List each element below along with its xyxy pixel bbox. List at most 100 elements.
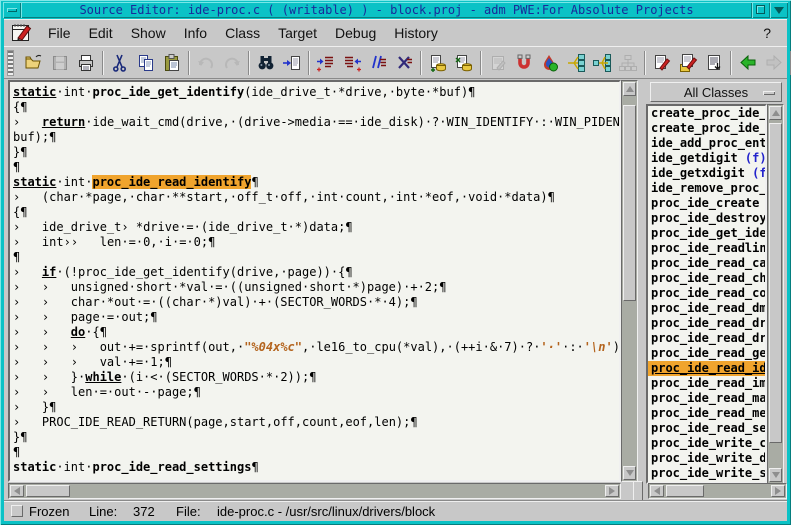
titlebar-title-area[interactable]: Source Editor: ide-proc.c ( (writable) )…	[21, 2, 752, 18]
scroll-right-button[interactable]	[605, 485, 619, 497]
list-item[interactable]: proc_ide_read_settings	[648, 421, 765, 436]
paste-button[interactable]	[159, 50, 185, 76]
code-line: › › do·{¶	[13, 325, 621, 340]
list-vertical-scrollbar[interactable]	[767, 104, 784, 484]
list-item[interactable]: create_proc_ide_drives	[648, 106, 765, 121]
shift-right-button[interactable]	[313, 50, 339, 76]
list-item[interactable]: proc_ide_write_settings	[648, 466, 765, 481]
edit-declaration-button[interactable]	[649, 50, 675, 76]
list-item[interactable]: proc_ide_readlink	[648, 241, 765, 256]
triangle-left-icon	[10, 487, 20, 495]
scroll-left-button[interactable]	[650, 485, 664, 497]
toolbar-separator	[644, 51, 646, 75]
menu-debug[interactable]: Debug	[326, 22, 385, 44]
maximize-button[interactable]	[752, 2, 770, 18]
editor-vertical-scrollbar[interactable]	[621, 80, 638, 482]
triangle-left-icon	[650, 487, 660, 495]
list-item[interactable]: ide_add_proc_entries	[648, 136, 765, 151]
add-file-button[interactable]	[425, 50, 451, 76]
class-filter-dropdown[interactable]: All Classes	[650, 82, 782, 102]
doc-log-button[interactable]	[701, 50, 727, 76]
list-item[interactable]: proc_ide_read_driver	[648, 316, 765, 331]
list-item[interactable]: proc_ide_read_geometry	[648, 346, 765, 361]
editor-vscroll-thumb[interactable]	[623, 105, 636, 301]
list-item[interactable]: proc_ide_read_capacity	[648, 256, 765, 271]
list-item[interactable]: ide_remove_proc_entries	[648, 181, 765, 196]
toolbar-grip[interactable]	[7, 50, 14, 76]
open-button[interactable]	[21, 50, 47, 76]
scroll-down-button[interactable]	[769, 468, 782, 482]
code-editor[interactable]: static·int·proc_ide_get_identify(ide_dri…	[8, 80, 621, 482]
list-item[interactable]: proc_ide_read_channel	[648, 271, 765, 286]
list-horizontal-scrollbar[interactable]	[648, 483, 787, 499]
code-line: › int›› len·=·0,·i·=·0;¶	[13, 235, 621, 250]
list-item[interactable]: proc_ide_read_dmesg	[648, 301, 765, 316]
list-item[interactable]: proc_ide_read_mate	[648, 391, 765, 406]
toolbar-separator	[420, 51, 422, 75]
window-content: File Edit Show Info Class Target Debug H…	[4, 19, 787, 521]
list-item[interactable]: proc_ide_read_config	[648, 286, 765, 301]
list-item[interactable]: proc_ide_write_driver	[648, 451, 765, 466]
menu-show[interactable]: Show	[122, 22, 175, 44]
list-item[interactable]: create_proc_ide_interfaces	[648, 121, 765, 136]
list-item[interactable]: proc_ide_write_config	[648, 436, 765, 451]
list-hscroll-thumb[interactable]	[666, 485, 704, 497]
copy-button[interactable]	[133, 50, 159, 76]
list-vscroll-thumb[interactable]	[769, 123, 782, 443]
print-icon	[76, 53, 96, 73]
format-button	[485, 50, 511, 76]
pane-splitter-handle[interactable]	[633, 481, 643, 501]
find-next-button[interactable]	[279, 50, 305, 76]
toolbar	[4, 46, 787, 79]
comment-button[interactable]	[365, 50, 391, 76]
list-item[interactable]: proc_ide_get_identify	[648, 226, 765, 241]
highlight-button[interactable]	[537, 50, 563, 76]
scroll-left-button[interactable]	[10, 485, 24, 497]
editor-hscroll-thumb[interactable]	[26, 485, 70, 497]
add-file-icon	[428, 53, 448, 73]
back-button[interactable]	[735, 50, 761, 76]
find-button[interactable]	[253, 50, 279, 76]
menu-info[interactable]: Info	[175, 22, 216, 44]
print-button[interactable]	[73, 50, 99, 76]
list-item[interactable]: proc_ide_read_identify	[648, 361, 765, 376]
scroll-down-button[interactable]	[623, 466, 636, 480]
toolbar-separator	[248, 51, 250, 75]
list-item[interactable]: proc_ide_read_imodel	[648, 376, 765, 391]
undo-icon	[196, 53, 216, 73]
cut-icon	[110, 53, 130, 73]
list-item[interactable]: ide_getxdigit (f)	[648, 166, 765, 181]
code-line: › › }·while·(i·<·(SECTOR_WORDS·*·2));¶	[13, 370, 621, 385]
file-label: File:	[176, 504, 201, 519]
add-file-plus-button[interactable]	[451, 50, 477, 76]
scroll-up-button[interactable]	[623, 82, 636, 96]
scroll-up-button[interactable]	[769, 106, 782, 120]
scroll-right-button[interactable]	[771, 485, 785, 497]
find-next-icon	[282, 53, 302, 73]
code-line: › if·(!proc_ide_get_identify(drive,·page…	[13, 265, 621, 280]
menu-target[interactable]: Target	[269, 22, 326, 44]
editor-horizontal-scrollbar[interactable]	[8, 483, 621, 499]
frozen-checkbox[interactable]	[11, 505, 23, 517]
menu-edit[interactable]: Edit	[80, 22, 122, 44]
list-item[interactable]: proc_ide_read_media	[648, 406, 765, 421]
list-item[interactable]: proc_ide_destroy	[648, 211, 765, 226]
uncomment-button[interactable]	[391, 50, 417, 76]
menu-file[interactable]: File	[39, 22, 80, 44]
menu-help[interactable]: ?	[747, 22, 787, 44]
window-menu-button[interactable]	[3, 2, 21, 18]
tree-collapse-button[interactable]	[563, 50, 589, 76]
list-item[interactable]: ide_getdigit (f)	[648, 151, 765, 166]
list-item[interactable]: proc_ide_create	[648, 196, 765, 211]
list-item[interactable]: proc_ide_read_drives	[648, 331, 765, 346]
menu-history[interactable]: History	[385, 22, 447, 44]
tree-expand-button[interactable]	[589, 50, 615, 76]
edit-implementation-button[interactable]	[675, 50, 701, 76]
window-options-button[interactable]	[770, 2, 788, 18]
shift-left-button[interactable]	[339, 50, 365, 76]
magnet-button[interactable]	[511, 50, 537, 76]
menu-class[interactable]: Class	[216, 22, 269, 44]
toolbar-separator	[188, 51, 190, 75]
class-list[interactable]: create_proc_ide_drivescreate_proc_ide_in…	[646, 104, 767, 484]
cut-button[interactable]	[107, 50, 133, 76]
